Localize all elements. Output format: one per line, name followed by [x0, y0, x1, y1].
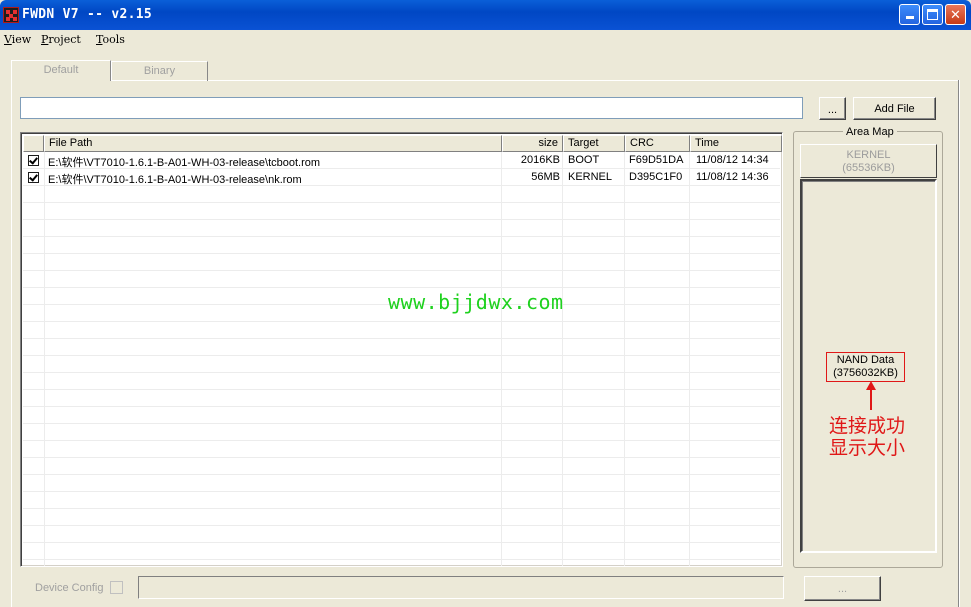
tab-panel-right-border [958, 80, 960, 607]
empty-row [23, 271, 780, 288]
nand-data-name: NAND Data [836, 354, 895, 366]
table-row[interactable]: E:\软件\VT7010-1.6.1-B-A01-WH-03-release\n… [23, 169, 780, 186]
row-crc: F69D51DA [629, 154, 684, 166]
empty-row [23, 254, 780, 271]
row-checkbox[interactable] [28, 172, 39, 183]
row-file-path: E:\软件\VT7010-1.6.1-B-A01-WH-03-release\n… [48, 174, 302, 186]
empty-row [23, 526, 780, 543]
empty-row [23, 237, 780, 254]
empty-row [23, 373, 780, 390]
add-file-button[interactable]: Add File [853, 97, 936, 120]
empty-row [23, 458, 780, 475]
empty-row [23, 390, 780, 407]
file-path-input[interactable] [20, 97, 803, 119]
kernel-area-button[interactable]: KERNEL (65536KB) [800, 144, 937, 178]
row-size: 56MB [531, 171, 560, 183]
browse-button[interactable]: ... [819, 97, 846, 120]
title-bar: FWDN V7 -- v2.15 ✕ [0, 0, 971, 30]
file-list[interactable]: File Path size Target CRC Time E:\软件\VT7… [20, 132, 783, 567]
device-config-checkbox[interactable] [110, 581, 123, 594]
empty-row [23, 322, 780, 339]
close-button[interactable]: ✕ [945, 4, 966, 25]
nand-data-label: NAND Data (3756032KB) [826, 352, 905, 382]
empty-row [23, 220, 780, 237]
row-checkbox[interactable] [28, 155, 39, 166]
row-time: 11/08/12 14:34 [696, 154, 769, 166]
header-file-path[interactable]: File Path [44, 135, 502, 152]
header-size[interactable]: size [502, 135, 563, 152]
close-icon: ✕ [950, 7, 961, 22]
empty-row [23, 441, 780, 458]
window-title: FWDN V7 -- v2.15 [22, 7, 153, 22]
empty-row [23, 492, 780, 509]
app-icon[interactable] [3, 7, 19, 23]
arrow-shaft [870, 388, 872, 410]
empty-row [23, 543, 780, 560]
row-file-path: E:\软件\VT7010-1.6.1-B-A01-WH-03-release\t… [48, 157, 321, 169]
empty-row [23, 339, 780, 356]
empty-row [23, 509, 780, 526]
kernel-area-size: (65536KB) [842, 162, 895, 174]
row-target: KERNEL [568, 171, 613, 183]
menu-tools[interactable]: Tools [96, 33, 125, 46]
tab-default[interactable]: Default [11, 60, 111, 81]
header-crc[interactable]: CRC [625, 135, 690, 152]
kernel-area-name: KERNEL [846, 149, 891, 161]
empty-row [23, 424, 780, 441]
empty-row [23, 356, 780, 373]
device-config-browse-button[interactable]: ... [804, 576, 881, 601]
header-check-column[interactable] [23, 135, 44, 152]
nand-data-size: (3756032KB) [833, 367, 898, 379]
tab-binary[interactable]: Binary [111, 61, 208, 81]
menu-project[interactable]: Project [41, 33, 81, 46]
list-header: File Path size Target CRC Time [23, 135, 782, 152]
device-config-label: Device Config [35, 582, 104, 594]
empty-row [23, 407, 780, 424]
annotation-line-1: 连接成功 [829, 415, 906, 437]
annotation-line-2: 显示大小 [829, 437, 906, 459]
maximize-icon [927, 9, 938, 20]
device-config-input[interactable] [138, 576, 784, 599]
empty-row [23, 186, 780, 203]
row-time: 11/08/12 14:36 [696, 171, 769, 183]
annotation-text: 连接成功 显示大小 [829, 415, 919, 459]
tab-panel-left-border [11, 80, 12, 607]
empty-row [23, 475, 780, 492]
table-row[interactable]: E:\软件\VT7010-1.6.1-B-A01-WH-03-release\t… [23, 152, 780, 169]
row-target: BOOT [568, 154, 600, 166]
empty-row [23, 203, 780, 220]
area-map-title: Area Map [843, 126, 897, 138]
maximize-button[interactable] [922, 4, 943, 25]
minimize-button[interactable] [899, 4, 920, 25]
menu-bar: View Project Tools [0, 30, 971, 50]
minimize-icon [905, 16, 914, 19]
header-target[interactable]: Target [563, 135, 625, 152]
header-time[interactable]: Time [690, 135, 782, 152]
menu-view[interactable]: View [4, 33, 31, 46]
row-crc: D395C1F0 [629, 171, 683, 183]
watermark-text: www.bjjdwx.com [388, 290, 564, 314]
row-size: 2016KB [520, 154, 560, 166]
